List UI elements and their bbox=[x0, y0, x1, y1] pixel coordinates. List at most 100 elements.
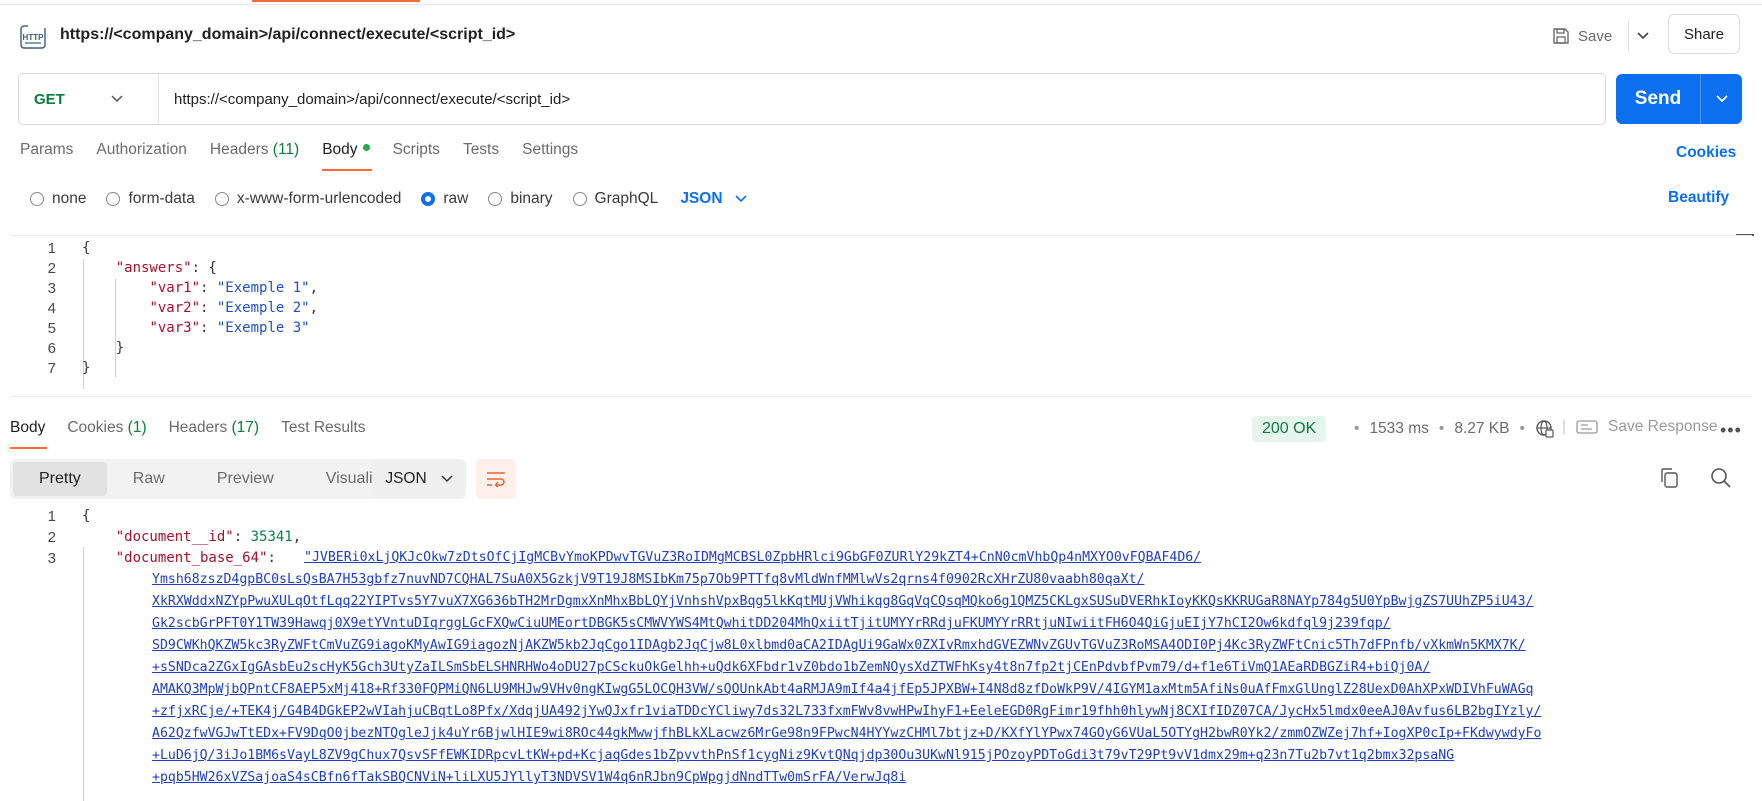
copy-icon[interactable] bbox=[1659, 467, 1679, 489]
request-title[interactable]: https://<company_domain>/api/connect/exe… bbox=[60, 26, 515, 44]
json-string: "Exemple 1" bbox=[216, 280, 310, 296]
wrap-lines-button[interactable] bbox=[476, 459, 516, 499]
radio-button bbox=[106, 192, 121, 206]
json-key: "var2" bbox=[149, 300, 201, 316]
headers-count: (11) bbox=[272, 141, 300, 158]
tab-body[interactable]: Body bbox=[322, 141, 372, 171]
tab-tests[interactable]: Tests bbox=[463, 141, 499, 171]
radio-x-www-form-urlencoded[interactable]: x-www-form-urlencoded bbox=[214, 190, 402, 208]
url-input[interactable] bbox=[159, 74, 1605, 124]
base64-line: "JVBERi0xLjQKJcOkw7zDtsOfCjIgMCBvYmoKPDw… bbox=[304, 547, 1201, 569]
response-meta: • 1533 ms • 8.27 KB • bbox=[1354, 419, 1555, 439]
response-tabs: Body Cookies (1) Headers (17) Test Resul… bbox=[10, 419, 388, 449]
json-string: "Exemple 3" bbox=[216, 320, 310, 336]
base64-text: "JVBERi0xLjQKJcOkw7zDtsOfCjIgMCBvYmoKPDw… bbox=[304, 550, 1202, 565]
code-line: 1{ bbox=[10, 505, 91, 527]
response-format-select[interactable]: JSON bbox=[372, 459, 466, 499]
request-body-editor[interactable]: 1{ 2 "answers": { 3 "var1": "Exemple 1",… bbox=[10, 235, 1752, 397]
active-tab-indicator bbox=[252, 0, 420, 2]
base64-line: +LuD6jQ/3iJo1BM6sVayL8ZV9gChux7QsvSFfEWK… bbox=[152, 748, 1455, 763]
radio-raw[interactable]: raw bbox=[421, 190, 468, 208]
tab-settings[interactable]: Settings bbox=[522, 141, 578, 171]
method-select[interactable]: GET bbox=[19, 74, 159, 124]
separator-dot: • bbox=[1354, 420, 1360, 437]
line-number: 2 bbox=[47, 259, 56, 277]
code-line: 5 "var3": "Exemple 3" bbox=[10, 317, 310, 339]
line-number: 4 bbox=[47, 299, 56, 317]
body-indicator-dot bbox=[362, 144, 370, 152]
response-tab-cookies-label: Cookies bbox=[67, 419, 124, 436]
code-line: 3 "var1": "Exemple 1", bbox=[10, 277, 318, 299]
radio-label: x-www-form-urlencoded bbox=[236, 190, 402, 207]
chevron-down-icon bbox=[1636, 32, 1649, 40]
radio-binary[interactable]: binary bbox=[488, 190, 553, 208]
response-tab-body[interactable]: Body bbox=[10, 419, 48, 449]
chevron-down-icon bbox=[734, 195, 747, 203]
body-type-selector: none form-data x-www-form-urlencoded raw… bbox=[30, 189, 747, 209]
send-button[interactable]: Send bbox=[1616, 88, 1700, 110]
tab-body-label: Body bbox=[322, 141, 358, 158]
response-tab-headers-label: Headers bbox=[168, 419, 228, 436]
line-number: 3 bbox=[47, 279, 56, 297]
line-number: 6 bbox=[47, 339, 56, 357]
response-tab-cookies[interactable]: Cookies (1) bbox=[67, 419, 146, 437]
save-response-icon bbox=[1576, 420, 1598, 434]
tab-authorization[interactable]: Authorization bbox=[96, 141, 186, 171]
base64-line: Gk2scbGrPFT0Y1TW39Hawqj0X9etYVntuDIqrggL… bbox=[152, 616, 1391, 631]
beautify-button[interactable]: Beautify bbox=[1668, 189, 1729, 207]
radio-label: binary bbox=[510, 190, 553, 207]
search-icon[interactable] bbox=[1710, 467, 1732, 489]
svg-text:HTTP: HTTP bbox=[23, 33, 45, 42]
view-pretty[interactable]: Pretty bbox=[13, 462, 107, 496]
base64-line: SD9CWKhQKZW5kc3RyZWFtCmVuZG9iagoKMyAwIG9… bbox=[152, 638, 1526, 653]
json-key: "answers" bbox=[115, 260, 192, 276]
base64-line: +sSNDca2ZGxIgGAsbEu2scHyK5Gch3UtyZaILSmS… bbox=[152, 660, 1431, 675]
network-globe-icon[interactable] bbox=[1535, 419, 1555, 439]
url-bar: GET bbox=[18, 73, 1606, 125]
line-number: 1 bbox=[47, 507, 56, 525]
separator-dot: • bbox=[1519, 420, 1525, 437]
line-number: 1 bbox=[47, 239, 56, 257]
view-raw[interactable]: Raw bbox=[107, 462, 191, 496]
code-line: 4 "var2": "Exemple 2", bbox=[10, 297, 318, 319]
radio-label: none bbox=[52, 190, 87, 207]
json-key: "document_base_64" bbox=[115, 550, 268, 566]
method-label: GET bbox=[34, 90, 65, 108]
status-badge[interactable]: 200 OK bbox=[1252, 416, 1327, 442]
response-headers-count: (17) bbox=[231, 419, 260, 436]
code-token: { bbox=[82, 240, 91, 256]
json-key: "var3" bbox=[149, 320, 201, 336]
cookies-count: (1) bbox=[127, 419, 147, 436]
body-format-select[interactable]: JSON bbox=[680, 190, 747, 208]
radio-button bbox=[30, 192, 44, 206]
cookies-link[interactable]: Cookies bbox=[1676, 144, 1736, 162]
json-key: "document__id" bbox=[115, 529, 234, 545]
code-token: } bbox=[115, 340, 125, 356]
save-button[interactable]: Save bbox=[1552, 20, 1612, 52]
radio-form-data[interactable]: form-data bbox=[106, 190, 195, 208]
response-size[interactable]: 8.27 KB bbox=[1454, 420, 1509, 438]
tab-headers[interactable]: Headers (11) bbox=[210, 141, 299, 171]
tab-params[interactable]: Params bbox=[20, 141, 73, 171]
line-number: 2 bbox=[47, 528, 56, 546]
share-button[interactable]: Share bbox=[1668, 14, 1740, 54]
code-line: 7} bbox=[10, 357, 91, 379]
radio-graphql[interactable]: GraphQL bbox=[572, 190, 658, 208]
save-options-button[interactable] bbox=[1628, 20, 1656, 52]
code-line: 1{ bbox=[10, 237, 91, 259]
request-tabs: Params Authorization Headers (11) Body S… bbox=[20, 141, 601, 171]
send-options-button[interactable] bbox=[1700, 74, 1742, 124]
view-preview[interactable]: Preview bbox=[191, 462, 300, 496]
response-tab-test-results[interactable]: Test Results bbox=[281, 419, 365, 437]
save-response-button[interactable]: | Save Response bbox=[1562, 418, 1717, 436]
radio-button bbox=[488, 192, 503, 206]
more-options-icon[interactable]: ••• bbox=[1720, 420, 1742, 441]
radio-none[interactable]: none bbox=[30, 190, 86, 208]
code-token: } bbox=[82, 360, 91, 376]
response-tab-headers[interactable]: Headers (17) bbox=[169, 419, 259, 437]
response-time[interactable]: 1533 ms bbox=[1369, 420, 1428, 438]
tab-scripts[interactable]: Scripts bbox=[393, 141, 440, 171]
response-body-viewer[interactable]: 1{ 2 "document__id": 35341, 3 "document_… bbox=[10, 505, 1752, 801]
line-number: 7 bbox=[47, 359, 56, 377]
view-mode-toggle: Pretty Raw Preview Visualize bbox=[10, 459, 419, 499]
